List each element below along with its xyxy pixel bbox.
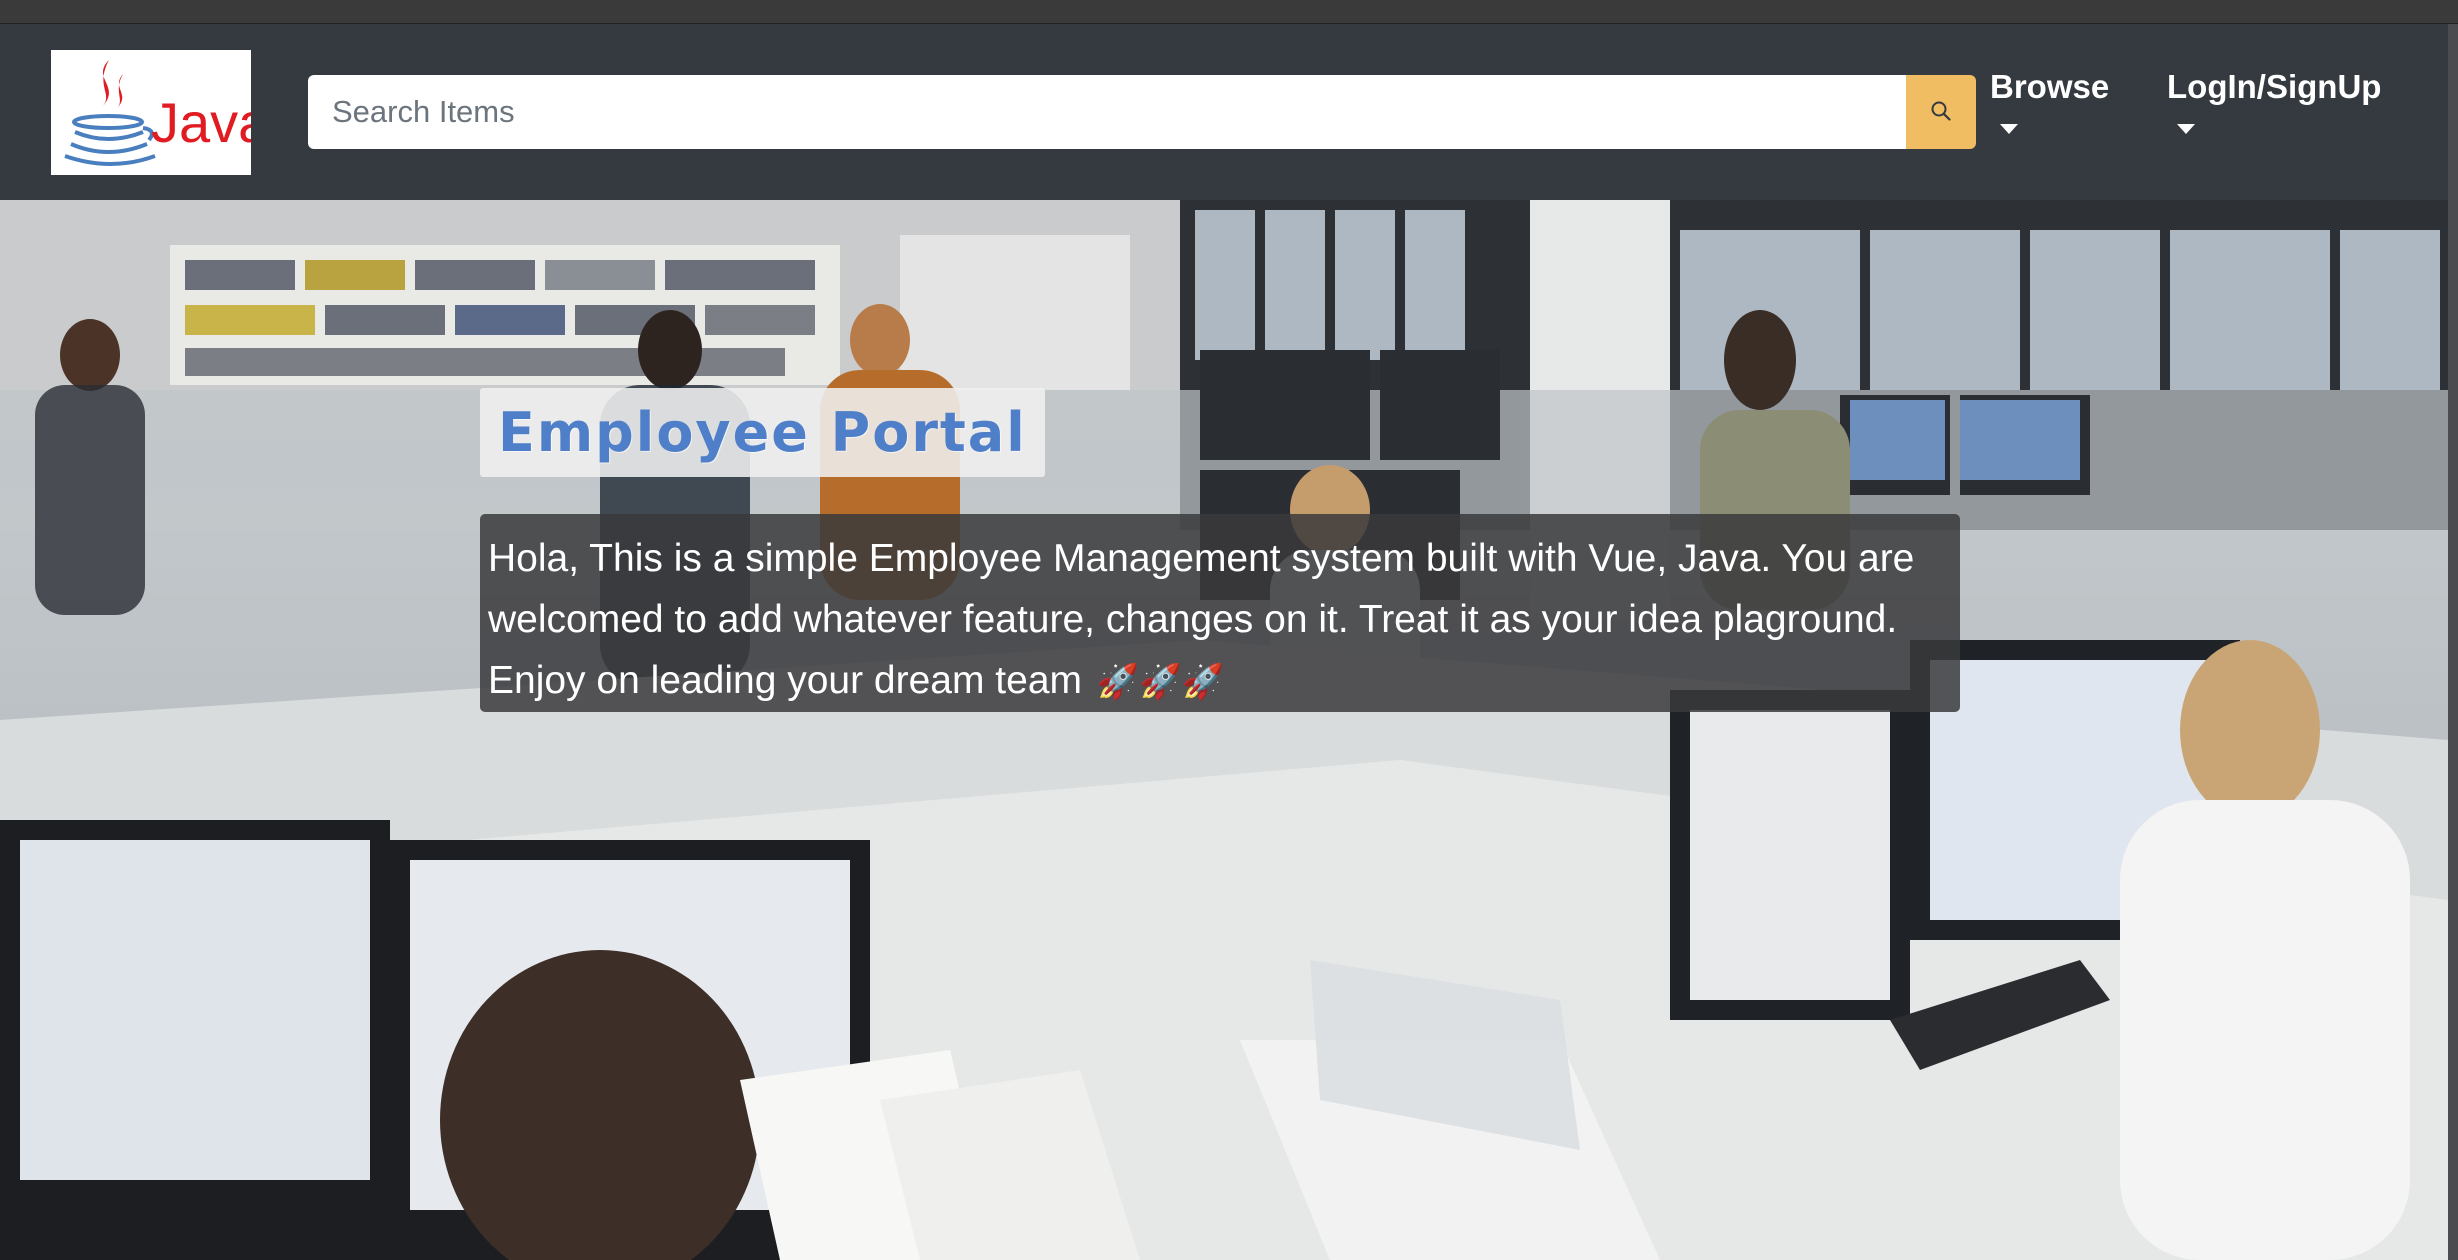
browser-top-strip [0,0,2458,24]
search-bar [308,75,1976,149]
search-icon [1930,100,1952,125]
office-background-image [0,200,2448,1260]
navbar: Java Browse LogIn/SignUp [0,24,2448,200]
java-logo-icon[interactable]: Java [51,50,251,175]
caret-down-icon [2177,124,2195,134]
svg-text:Java: Java [151,91,251,154]
login-signup-dropdown[interactable]: LogIn/SignUp [2167,68,2381,134]
rocket-emoji-icon: 🚀🚀🚀 [1096,663,1224,701]
search-input[interactable] [308,75,1906,149]
hero-description: Hola, This is a simple Employee Manageme… [488,528,1952,713]
hero-description-box: Hola, This is a simple Employee Manageme… [480,514,1960,712]
browse-label: Browse [1990,68,2110,105]
hero-title-box: Employee Portal [480,388,1045,477]
search-button[interactable] [1906,75,1976,149]
page-title: Employee Portal [498,401,1027,464]
caret-down-icon [2000,124,2018,134]
browse-dropdown[interactable]: Browse [1990,68,2109,134]
login-signup-label: LogIn/SignUp [2167,68,2382,105]
page: Java Browse LogIn/SignUp [0,0,2458,1260]
hero-section: Employee Portal Hola, This is a simple E… [0,200,2448,1260]
